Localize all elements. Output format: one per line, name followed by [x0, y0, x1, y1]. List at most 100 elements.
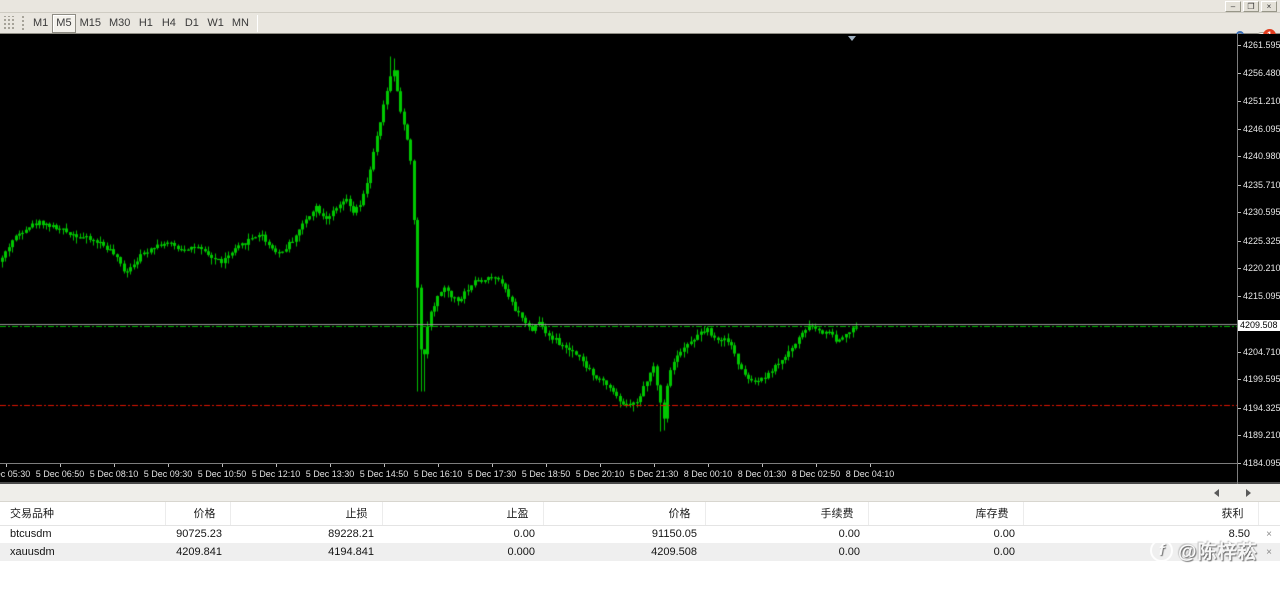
- price-tick-label: 4194.325: [1243, 403, 1280, 413]
- value-cell: 0.00: [513, 528, 535, 541]
- symbol-cell: btcusdm: [10, 528, 52, 541]
- price-axis-tick: [1238, 352, 1241, 353]
- timeframe-button-d1[interactable]: D1: [180, 14, 203, 33]
- time-axis-tick: [222, 464, 223, 467]
- price-tick-label: 4189.210: [1243, 430, 1280, 440]
- close-position-icon[interactable]: ×: [1258, 525, 1280, 543]
- time-tick-label: 5 Dec 08:10: [89, 469, 139, 479]
- timeframe-button-m30[interactable]: M30: [105, 14, 134, 33]
- price-tick-label: 4240.980: [1243, 151, 1280, 161]
- column-header[interactable]: 手续费: [705, 502, 869, 526]
- time-axis-tick: [546, 464, 547, 467]
- timeframe-button-m15[interactable]: M15: [76, 14, 105, 33]
- trade-positions-panel: 交易品种 价格 止损 止盈 价格 手续费 库存费 获利 btcusdm 90725.23 8922…: [0, 502, 1280, 593]
- scroll-right-icon[interactable]: [1246, 489, 1251, 497]
- time-axis-tick: [816, 464, 817, 467]
- timeframe-button-m1[interactable]: M1: [29, 14, 52, 33]
- restore-button[interactable]: ❐: [1243, 1, 1259, 12]
- time-tick-label: 5 Dec 06:50: [35, 469, 85, 479]
- value-cell: 90725.23: [176, 528, 222, 541]
- candlestick-chart[interactable]: [0, 34, 1237, 463]
- time-axis-tick: [114, 464, 115, 467]
- time-axis-tick: [708, 464, 709, 467]
- column-header[interactable]: 价格: [165, 502, 231, 526]
- time-tick-label: 5 Dec 21:30: [629, 469, 679, 479]
- time-tick-label: 5 Dec 14:50: [359, 469, 409, 479]
- scroll-left-icon[interactable]: [1214, 489, 1219, 497]
- time-axis-tick: [492, 464, 493, 467]
- price-axis-tick: [1238, 241, 1241, 242]
- price-tick-label: 4204.710: [1243, 347, 1280, 357]
- time-tick-label: 5 Dec 20:10: [575, 469, 625, 479]
- time-axis-tick: [330, 464, 331, 467]
- time-tick-label: 5 Dec 16:10: [413, 469, 463, 479]
- time-axis-tick: [276, 464, 277, 467]
- price-axis-tick: [1238, 185, 1241, 186]
- close-button[interactable]: ×: [1261, 1, 1277, 12]
- timeframe-button-w1[interactable]: W1: [203, 14, 228, 33]
- column-header[interactable]: 止损: [230, 502, 383, 526]
- toolbar-separator: [256, 14, 258, 32]
- price-axis-tick: [1238, 435, 1241, 436]
- toolbar-grip-icon[interactable]: [2, 15, 15, 31]
- time-tick-label: 5 Dec 09:30: [143, 469, 193, 479]
- price-axis-tick: [1238, 101, 1241, 102]
- value-cell: [1023, 543, 1258, 561]
- timeframe-button-mn[interactable]: MN: [228, 14, 253, 33]
- price-axis-tick: [1238, 408, 1241, 409]
- time-tick-label: 8 Dec 02:50: [791, 469, 841, 479]
- time-tick-label: 8 Dec 01:30: [737, 469, 787, 479]
- value-cell: 89228.21: [328, 528, 374, 541]
- value-cell: 0.00: [838, 528, 860, 541]
- time-axis-tick: [60, 464, 61, 467]
- price-tick-label: 4220.210: [1243, 263, 1280, 273]
- time-axis-tick: [438, 464, 439, 467]
- title-bar: – ❐ ×: [0, 0, 1280, 13]
- price-axis-tick: [1238, 73, 1241, 74]
- column-header[interactable]: 库存费: [868, 502, 1024, 526]
- close-position-icon[interactable]: ×: [1258, 543, 1280, 561]
- time-axis[interactable]: 5 Dec 05:305 Dec 06:505 Dec 08:105 Dec 0…: [0, 463, 1237, 484]
- value-cell: 8.50: [1228, 528, 1250, 541]
- price-tick-label: 4256.480: [1243, 68, 1280, 78]
- price-axis-tick: [1238, 463, 1241, 464]
- time-axis-tick: [870, 464, 871, 467]
- value-cell: 91150.05: [651, 528, 697, 541]
- time-axis-tick: [6, 464, 7, 467]
- price-tick-label: 4215.095: [1243, 291, 1280, 301]
- time-axis-tick: [762, 464, 763, 467]
- timeframes-toolbar: M1M5M15M30H1H4D1W1MN 1: [0, 13, 1280, 44]
- price-axis-tick: [1238, 296, 1241, 297]
- minimize-button[interactable]: –: [1225, 1, 1241, 12]
- price-axis-tick: [1238, 45, 1241, 46]
- time-axis-tick: [384, 464, 385, 467]
- time-tick-label: 5 Dec 10:50: [197, 469, 247, 479]
- price-tick-label: 4225.325: [1243, 236, 1280, 246]
- value-cell: 4209.508: [543, 543, 705, 561]
- timeframe-button-h1[interactable]: H1: [134, 14, 157, 33]
- time-axis-tick: [654, 464, 655, 467]
- value-cell: 4194.841: [230, 543, 382, 561]
- column-header[interactable]: 交易品种: [0, 502, 166, 526]
- time-axis-tick: [168, 464, 169, 467]
- timeframe-button-h4[interactable]: H4: [157, 14, 180, 33]
- position-row: btcusdm 90725.23 89228.21 0.00 91150.05 0.00 0…: [0, 525, 1280, 543]
- symbol-cell: xauusdm: [0, 543, 165, 561]
- value-cell: 0.00: [993, 528, 1015, 541]
- toolbar-handle-icon[interactable]: [21, 15, 25, 31]
- column-header[interactable]: 获利: [1023, 502, 1259, 526]
- time-tick-label: 5 Dec 18:50: [521, 469, 571, 479]
- mt-terminal-window: –❐× M1M5M15M30H1H4D1W1MN 1 4209.508 4261…: [0, 0, 1280, 593]
- position-row: xauusdm 4209.841 4194.841 0.000 4209.508 0.00…: [0, 543, 1280, 561]
- price-tick-label: 4235.710: [1243, 180, 1280, 190]
- price-tick-label: 4199.595: [1243, 374, 1280, 384]
- positions-table: 交易品种 价格 止损 止盈 价格 手续费 库存费 获利 btcusdm 90725.23 8922…: [0, 502, 1280, 561]
- value-cell: 0.000: [382, 543, 543, 561]
- horizontal-scrollbar[interactable]: [0, 484, 1280, 502]
- table-header-row: 交易品种 价格 止损 止盈 价格 手续费 库存费 获利: [0, 502, 1280, 526]
- timeframe-button-m5[interactable]: M5: [52, 13, 76, 33]
- column-header[interactable]: 价格: [543, 502, 706, 526]
- column-header[interactable]: 止盈: [382, 502, 544, 526]
- window-controls: – ❐ ×: [1225, 1, 1277, 12]
- price-axis[interactable]: 4209.508 4261.595 4256.480 4251.210 4246.09…: [1237, 34, 1280, 484]
